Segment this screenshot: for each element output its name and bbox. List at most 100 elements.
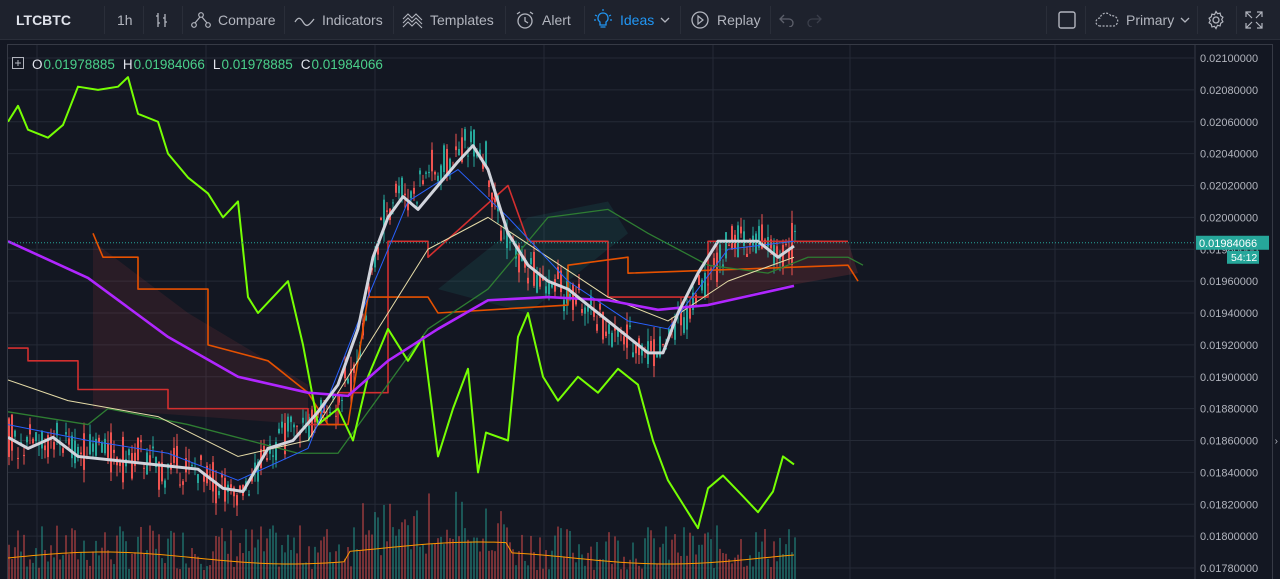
- volume-bar: [161, 558, 163, 579]
- volume-bar: [347, 547, 349, 579]
- candle-body: [113, 449, 115, 453]
- price-chart[interactable]: 0.02100000 0.02080000 0.02060000 0.02040000…: [8, 45, 1273, 579]
- volume-bar: [518, 551, 520, 579]
- volume-bar: [707, 532, 709, 579]
- candle-body: [662, 343, 664, 345]
- candle-body: [83, 433, 85, 470]
- volume-bar: [86, 559, 88, 579]
- candle-body: [545, 286, 547, 294]
- volume-bar: [743, 566, 745, 579]
- volume-bar: [494, 551, 496, 579]
- volume-bar: [503, 524, 505, 579]
- volume-bar: [392, 527, 394, 579]
- redo-button[interactable]: [806, 0, 822, 40]
- volume-bar: [320, 540, 322, 579]
- ideas-button[interactable]: Ideas: [592, 0, 670, 40]
- volume-bar: [605, 541, 607, 579]
- candle-body: [572, 283, 574, 310]
- undo-button[interactable]: [779, 0, 795, 40]
- replay-button[interactable]: Replay: [689, 0, 761, 40]
- candle-body: [122, 436, 124, 483]
- templates-button[interactable]: Templates: [402, 0, 494, 40]
- layout-primary-button[interactable]: Primary: [1094, 0, 1190, 40]
- volume-bar: [584, 565, 586, 579]
- volume-bar: [326, 529, 328, 579]
- candle-body: [200, 455, 202, 460]
- volume-bar: [656, 564, 658, 579]
- volume-bar: [401, 522, 403, 579]
- candle-body: [623, 336, 625, 345]
- volume-bar: [434, 543, 436, 579]
- volume-bar: [257, 539, 259, 579]
- volume-bar: [569, 530, 571, 579]
- volume-bar: [527, 565, 529, 579]
- volume-bar: [521, 534, 523, 579]
- volume-bar: [293, 537, 295, 579]
- candle-body: [191, 465, 193, 467]
- candle-body: [629, 325, 631, 327]
- volume-bar: [671, 539, 673, 579]
- volume-bar: [299, 525, 301, 579]
- undo-icon: [779, 13, 795, 27]
- fullscreen-button[interactable]: [1245, 0, 1263, 40]
- candle-body: [119, 462, 121, 466]
- volume-bar: [515, 565, 517, 579]
- settings-button[interactable]: [1206, 0, 1226, 40]
- volume-bar: [98, 555, 100, 579]
- volume-bar: [59, 559, 61, 579]
- candle-body: [437, 175, 439, 181]
- candle-body: [416, 202, 418, 204]
- candle-body: [488, 180, 490, 188]
- volume-bar: [158, 534, 160, 579]
- chart-pane[interactable]: 0.02100000 0.02080000 0.02060000 0.02040000…: [7, 44, 1273, 579]
- volume-bar: [551, 550, 553, 579]
- volume-bar: [188, 567, 190, 579]
- alert-button[interactable]: Alert: [514, 0, 571, 40]
- volume-bar: [329, 552, 331, 579]
- volume-bar: [92, 551, 94, 579]
- volume-bar: [746, 565, 748, 579]
- candle-body: [32, 438, 34, 444]
- candle-body: [470, 131, 472, 143]
- volume-bar: [623, 556, 625, 579]
- layout-square-button[interactable]: [1057, 0, 1077, 40]
- volume-bar: [422, 544, 424, 579]
- compare-icon: [190, 11, 212, 29]
- volume-bar: [251, 529, 253, 579]
- candle-body: [62, 448, 64, 453]
- volume-bar: [428, 493, 430, 579]
- ideas-label: Ideas: [620, 12, 655, 28]
- volume-bar: [443, 544, 445, 579]
- alert-label: Alert: [542, 12, 571, 28]
- volume-bar: [506, 527, 508, 579]
- volume-bar: [107, 550, 109, 579]
- volume-bar: [626, 569, 628, 579]
- candle-body: [605, 331, 607, 337]
- interval-button[interactable]: 1h: [117, 0, 133, 40]
- volume-bar: [500, 511, 502, 579]
- low-value: 0.01978885: [221, 57, 293, 72]
- candle-body: [68, 438, 70, 445]
- candle-body: [80, 452, 82, 455]
- candle-body: [71, 435, 73, 459]
- bar-style-button[interactable]: [153, 0, 171, 40]
- volume-bar: [764, 529, 766, 579]
- high-label: H: [122, 57, 133, 72]
- volume-bar: [467, 539, 469, 579]
- volume-bar: [785, 544, 787, 579]
- indicators-button[interactable]: Indicators: [294, 0, 383, 40]
- volume-bar: [242, 553, 244, 579]
- collapse-legend-icon[interactable]: [12, 57, 24, 72]
- candle-body: [728, 244, 730, 246]
- indicators-icon: [294, 11, 316, 29]
- compare-button[interactable]: Compare: [190, 0, 276, 40]
- candle-body: [464, 129, 466, 141]
- volume-bar: [218, 536, 220, 579]
- symbol-button[interactable]: LTCBTC: [16, 0, 71, 40]
- separator: [393, 6, 394, 34]
- separator: [1046, 6, 1047, 34]
- scroll-right-arrow-icon[interactable]: ›: [1275, 436, 1278, 447]
- volume-bar: [464, 528, 466, 579]
- cloud-icon: [1094, 11, 1120, 29]
- volume-bar: [341, 562, 343, 579]
